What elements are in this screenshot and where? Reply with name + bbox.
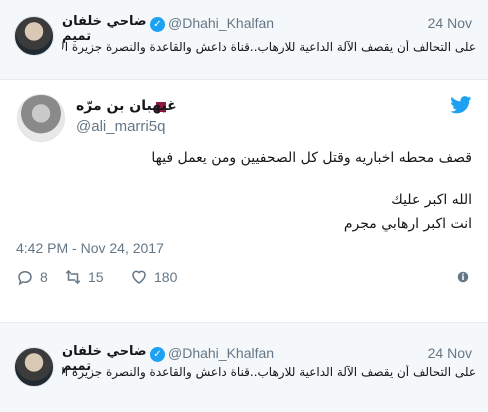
tweet-text-line: الله اكبر عليك [391,192,472,208]
tweet-text: على التحالف أن يقصف الآلة الداعية للارها… [62,40,476,54]
retweet-icon [65,269,81,285]
avatar[interactable] [14,347,54,387]
main-tweet: غيهبان بن مرّه @ali_marri5q قصف محطه اخب… [0,80,488,322]
tweet-date[interactable]: 24 Nov [428,15,472,31]
retweet-count: 15 [88,269,104,285]
twitter-bird-icon[interactable] [450,96,472,114]
user-handle[interactable]: @Dhahi_Khalfan [168,15,274,31]
tweet-text-line: انت اكبر ارهابي مجرم [343,216,472,232]
quoted-tweet-top[interactable]: ضاحي خلفان تميم ✓ @Dhahi_Khalfan 24 Nov … [0,0,488,80]
heart-icon [132,270,146,284]
reply-icon [18,270,32,286]
retweet-button[interactable]: 15 [64,268,104,286]
info-button[interactable] [454,268,472,286]
tweet-date[interactable]: 24 Nov [428,345,472,361]
like-button[interactable]: 180 [130,268,177,286]
avatar[interactable] [14,16,54,56]
tweet-actions: 8 15 180 [16,268,472,290]
tweet-text-line: قصف محطه اخباريه وقتل كل الصحفيين ومن يع… [151,150,472,166]
reply-button[interactable]: 8 [16,268,48,286]
verified-badge-icon: ✓ [150,17,165,32]
display-name[interactable]: غيهبان بن مرّه [76,98,186,114]
like-count: 180 [154,269,178,285]
avatar[interactable] [17,94,65,142]
user-handle[interactable]: @Dhahi_Khalfan [168,345,274,361]
reply-count: 8 [40,269,48,285]
user-handle[interactable]: @ali_marri5q [76,118,165,135]
tweet-text: على التحالف أن يقصف الآلة الداعية للارها… [62,365,476,379]
quoted-tweet-bottom[interactable]: ضاحي خلفان تميم ✓ @Dhahi_Khalfan 24 Nov … [0,322,488,412]
info-icon [457,271,469,283]
tweet-timestamp[interactable]: 4:42 PM - Nov 24, 2017 [16,240,164,256]
verified-badge-icon: ✓ [150,347,165,362]
